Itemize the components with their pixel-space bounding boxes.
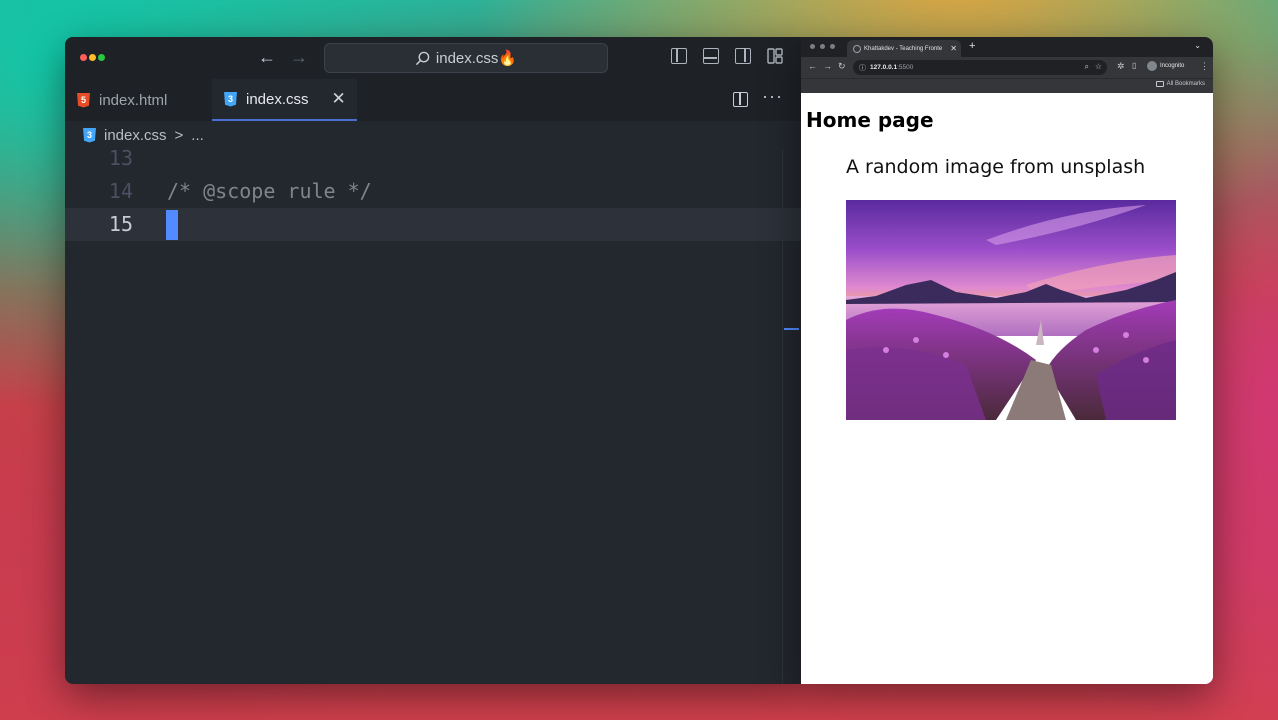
css-file-icon: 3 bbox=[83, 127, 96, 143]
page-paragraph: A random image from unsplash bbox=[846, 156, 1146, 178]
page-heading: Home page bbox=[806, 108, 934, 132]
code-line: 13 bbox=[65, 142, 801, 175]
editor-tabs-bar: 5 index.html 3 index.css ✕ bbox=[65, 79, 801, 121]
zoom-icon[interactable]: ⌕ bbox=[1085, 62, 1089, 72]
line-number: 13 bbox=[108, 146, 133, 170]
address-url: 127.0.0.1:5500 bbox=[870, 64, 913, 71]
all-bookmarks[interactable]: All Bookmarks bbox=[1155, 81, 1205, 87]
bookmarks-bar: All Bookmarks bbox=[801, 78, 1213, 93]
command-center-text: index.css🔥 bbox=[435, 50, 518, 67]
incognito-icon bbox=[1147, 61, 1157, 71]
code-comment: /* @scope rule */ bbox=[167, 179, 372, 203]
line-number: 14 bbox=[108, 179, 133, 203]
overview-ruler[interactable] bbox=[782, 150, 783, 684]
browser-tab-strip: Khattakdev - Teaching Fronte ✕ + ⌄ bbox=[801, 37, 1213, 57]
extensions-icon[interactable]: ✲ bbox=[1117, 61, 1125, 72]
all-bookmarks-label: All Bookmarks bbox=[1166, 81, 1205, 87]
close-tab-icon[interactable]: ✕ bbox=[950, 44, 957, 53]
reload-icon[interactable]: ↻ bbox=[838, 61, 846, 72]
close-icon[interactable]: ✕ bbox=[332, 89, 346, 109]
tab-search-chevron-icon[interactable]: ⌄ bbox=[1194, 41, 1201, 50]
incognito-profile[interactable]: Incognito bbox=[1147, 61, 1184, 71]
close-window-button[interactable] bbox=[810, 44, 815, 49]
forward-arrow-icon[interactable]: → bbox=[290, 47, 308, 68]
bookmark-star-icon[interactable]: ☆ bbox=[1095, 62, 1102, 71]
text-cursor bbox=[166, 210, 178, 240]
close-window-button[interactable] bbox=[80, 54, 87, 61]
toggle-panel-icon[interactable] bbox=[703, 48, 719, 64]
html-file-icon: 5 bbox=[77, 92, 90, 108]
browser-menu-icon[interactable]: ⋮ bbox=[1200, 61, 1209, 72]
url-host: 127.0.0.1 bbox=[870, 64, 898, 71]
maximize-window-button[interactable] bbox=[98, 54, 105, 61]
landscape-image bbox=[846, 200, 1176, 420]
title-bar: ← → index.css🔥 bbox=[65, 37, 801, 79]
tab-index-html[interactable]: 5 index.html bbox=[65, 79, 212, 121]
favicon-icon bbox=[853, 44, 861, 53]
line-number: 15 bbox=[108, 212, 133, 236]
breadcrumb-separator: > bbox=[174, 126, 184, 144]
code-editor-window: ← → index.css🔥 5 index.html 3 index.css … bbox=[65, 37, 801, 684]
cursor-position-marker bbox=[784, 328, 799, 330]
more-actions-icon[interactable]: ··· bbox=[762, 86, 783, 107]
code-area[interactable]: 13 14 /* @scope rule */ 15 bbox=[65, 146, 801, 684]
toggle-secondary-sidebar-icon[interactable] bbox=[735, 48, 751, 64]
new-tab-icon[interactable]: + bbox=[969, 40, 975, 52]
browser-window: Khattakdev - Teaching Fronte ✕ + ⌄ ← → ↻… bbox=[801, 37, 1213, 684]
minimize-window-button[interactable] bbox=[820, 44, 825, 49]
browser-tab-title: Khattakdev - Teaching Fronte bbox=[864, 45, 943, 52]
maximize-window-button[interactable] bbox=[830, 44, 835, 49]
css-file-icon: 3 bbox=[224, 91, 237, 107]
site-info-icon[interactable]: ⓘ bbox=[859, 63, 866, 73]
minimize-window-button[interactable] bbox=[89, 54, 96, 61]
command-center-search[interactable]: index.css🔥 bbox=[324, 43, 608, 73]
side-panel-icon[interactable]: ▯ bbox=[1132, 61, 1136, 70]
current-code-line: 15 bbox=[65, 208, 801, 241]
browser-tab[interactable]: Khattakdev - Teaching Fronte ✕ bbox=[847, 40, 961, 57]
code-line: 14 /* @scope rule */ bbox=[65, 175, 801, 208]
browser-toolbar: ← → ↻ ⓘ 127.0.0.1:5500 ⌕ ☆ ✲ ▯ Incognito… bbox=[801, 57, 1213, 78]
web-page-viewport: Home page A random image from unsplash bbox=[801, 93, 1213, 684]
incognito-label: Incognito bbox=[1160, 63, 1185, 69]
folder-icon bbox=[1155, 81, 1164, 87]
customize-layout-icon[interactable] bbox=[767, 48, 783, 64]
split-editor-icon[interactable] bbox=[733, 92, 748, 107]
toggle-primary-sidebar-icon[interactable] bbox=[671, 48, 687, 64]
search-icon bbox=[415, 51, 430, 65]
forward-icon[interactable]: → bbox=[823, 61, 832, 71]
tab-label: index.html bbox=[99, 91, 168, 109]
breadcrumb-file[interactable]: index.css bbox=[104, 127, 167, 144]
tab-label: index.css bbox=[246, 90, 309, 108]
tab-index-css[interactable]: 3 index.css ✕ bbox=[212, 79, 357, 121]
address-bar[interactable]: ⓘ 127.0.0.1:5500 ⌕ ☆ bbox=[853, 60, 1107, 75]
breadcrumb-ellipsis[interactable]: ... bbox=[191, 127, 204, 144]
back-arrow-icon[interactable]: ← bbox=[258, 47, 276, 68]
url-port: :5500 bbox=[897, 64, 914, 71]
back-icon[interactable]: ← bbox=[808, 61, 817, 71]
